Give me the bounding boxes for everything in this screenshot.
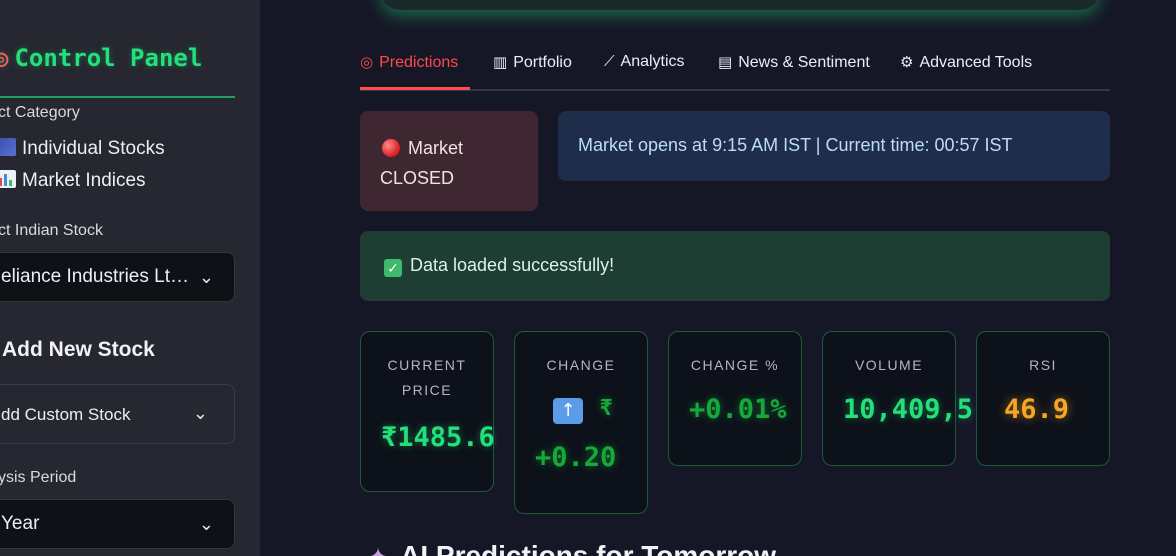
metric-card-change-pct: CHANGE % +0.01% bbox=[668, 331, 802, 466]
target-icon: ◎ bbox=[360, 54, 374, 71]
line-chart-icon: ⟋ bbox=[604, 53, 615, 70]
bar-chart-icon bbox=[0, 170, 16, 188]
radio-market-indices[interactable]: Market Indices bbox=[0, 170, 146, 192]
market-info-box: Market opens at 9:15 AM IST | Current ti… bbox=[558, 111, 1110, 181]
currency-symbol: ₹ bbox=[599, 396, 613, 421]
tab-news-sentiment[interactable]: ▤ News & Sentiment bbox=[718, 53, 870, 72]
success-alert: ✓ Data loaded successfully! bbox=[360, 231, 1110, 301]
tab-portfolio[interactable]: ▥ Portfolio bbox=[493, 53, 572, 72]
market-status-text: CLOSED bbox=[380, 168, 455, 188]
crystal-ball-icon: ✦ bbox=[368, 544, 388, 556]
sidebar-title: ◎ Control Panel bbox=[0, 44, 202, 72]
red-circle-icon bbox=[382, 139, 400, 157]
metric-label: RSI bbox=[1029, 357, 1057, 373]
tab-analytics[interactable]: ⟋ Analytics bbox=[604, 53, 685, 71]
metric-value-volume: 10,409,5 bbox=[843, 394, 974, 425]
sidebar-divider bbox=[0, 96, 235, 98]
period-select[interactable]: Year ⌄ bbox=[0, 499, 235, 549]
metric-card-current-price: CURRENT PRICE ₹1485.6 bbox=[360, 331, 495, 492]
check-icon: ✓ bbox=[384, 259, 402, 277]
metric-value-rsi: 46.9 bbox=[1004, 394, 1070, 425]
category-label: ct Category bbox=[0, 104, 80, 121]
period-label: ysis Period bbox=[0, 469, 77, 486]
stock-label: ct Indian Stock bbox=[0, 222, 103, 239]
section-heading: ✦AI Predictions for Tomorrow bbox=[368, 540, 776, 556]
metric-label: CHANGE % bbox=[690, 357, 780, 373]
metric-card-volume: VOLUME 10,409,5 bbox=[822, 331, 973, 466]
metric-value-change: +0.20 bbox=[535, 442, 617, 473]
radio-individual-stocks[interactable]: Individual Stocks bbox=[0, 138, 165, 160]
metric-label: CHANGE bbox=[546, 357, 616, 373]
bar-chart-icon: ▥ bbox=[493, 54, 508, 71]
metric-value-change-pct: +0.01% bbox=[689, 394, 787, 425]
metric-card-change: CHANGE ↑ ₹ +0.20 bbox=[514, 331, 648, 514]
target-icon: ◎ bbox=[0, 44, 9, 72]
metric-card-rsi: RSI 46.9 bbox=[976, 331, 1110, 466]
gear-icon: ⚙ bbox=[900, 54, 914, 71]
line-chart-icon bbox=[0, 138, 16, 156]
metric-label: VOLUME bbox=[854, 357, 924, 373]
header-banner bbox=[380, 0, 1100, 10]
chevron-down-icon: ⌄ bbox=[192, 403, 208, 424]
add-stock-heading: Add New Stock bbox=[2, 338, 155, 361]
add-custom-stock-expander[interactable]: dd Custom Stock ⌄ bbox=[0, 384, 235, 444]
market-status-box: Market CLOSED bbox=[360, 111, 538, 211]
chevron-down-icon: ⌄ bbox=[198, 267, 214, 288]
change-direction: ↑ ₹ bbox=[553, 396, 613, 424]
chevron-down-icon: ⌄ bbox=[198, 514, 214, 535]
tab-bar: ◎ Predictions ▥ Portfolio ⟋ Analytics ▤ News… bbox=[360, 50, 1110, 91]
up-arrow-icon: ↑ bbox=[553, 397, 583, 424]
newspaper-icon: ▤ bbox=[718, 54, 733, 71]
tab-advanced-tools[interactable]: ⚙ Advanced Tools bbox=[900, 53, 1032, 72]
stock-select[interactable]: eliance Industries Lt… ⌄ bbox=[0, 252, 235, 302]
metric-value-price: ₹1485.6 bbox=[381, 422, 495, 453]
active-tab-indicator bbox=[360, 87, 470, 90]
sidebar: ◎ Control Panel ct Category Individual St… bbox=[0, 0, 260, 556]
tab-predictions[interactable]: ◎ Predictions bbox=[360, 53, 458, 72]
metric-label: CURRENT PRICE bbox=[387, 357, 467, 398]
